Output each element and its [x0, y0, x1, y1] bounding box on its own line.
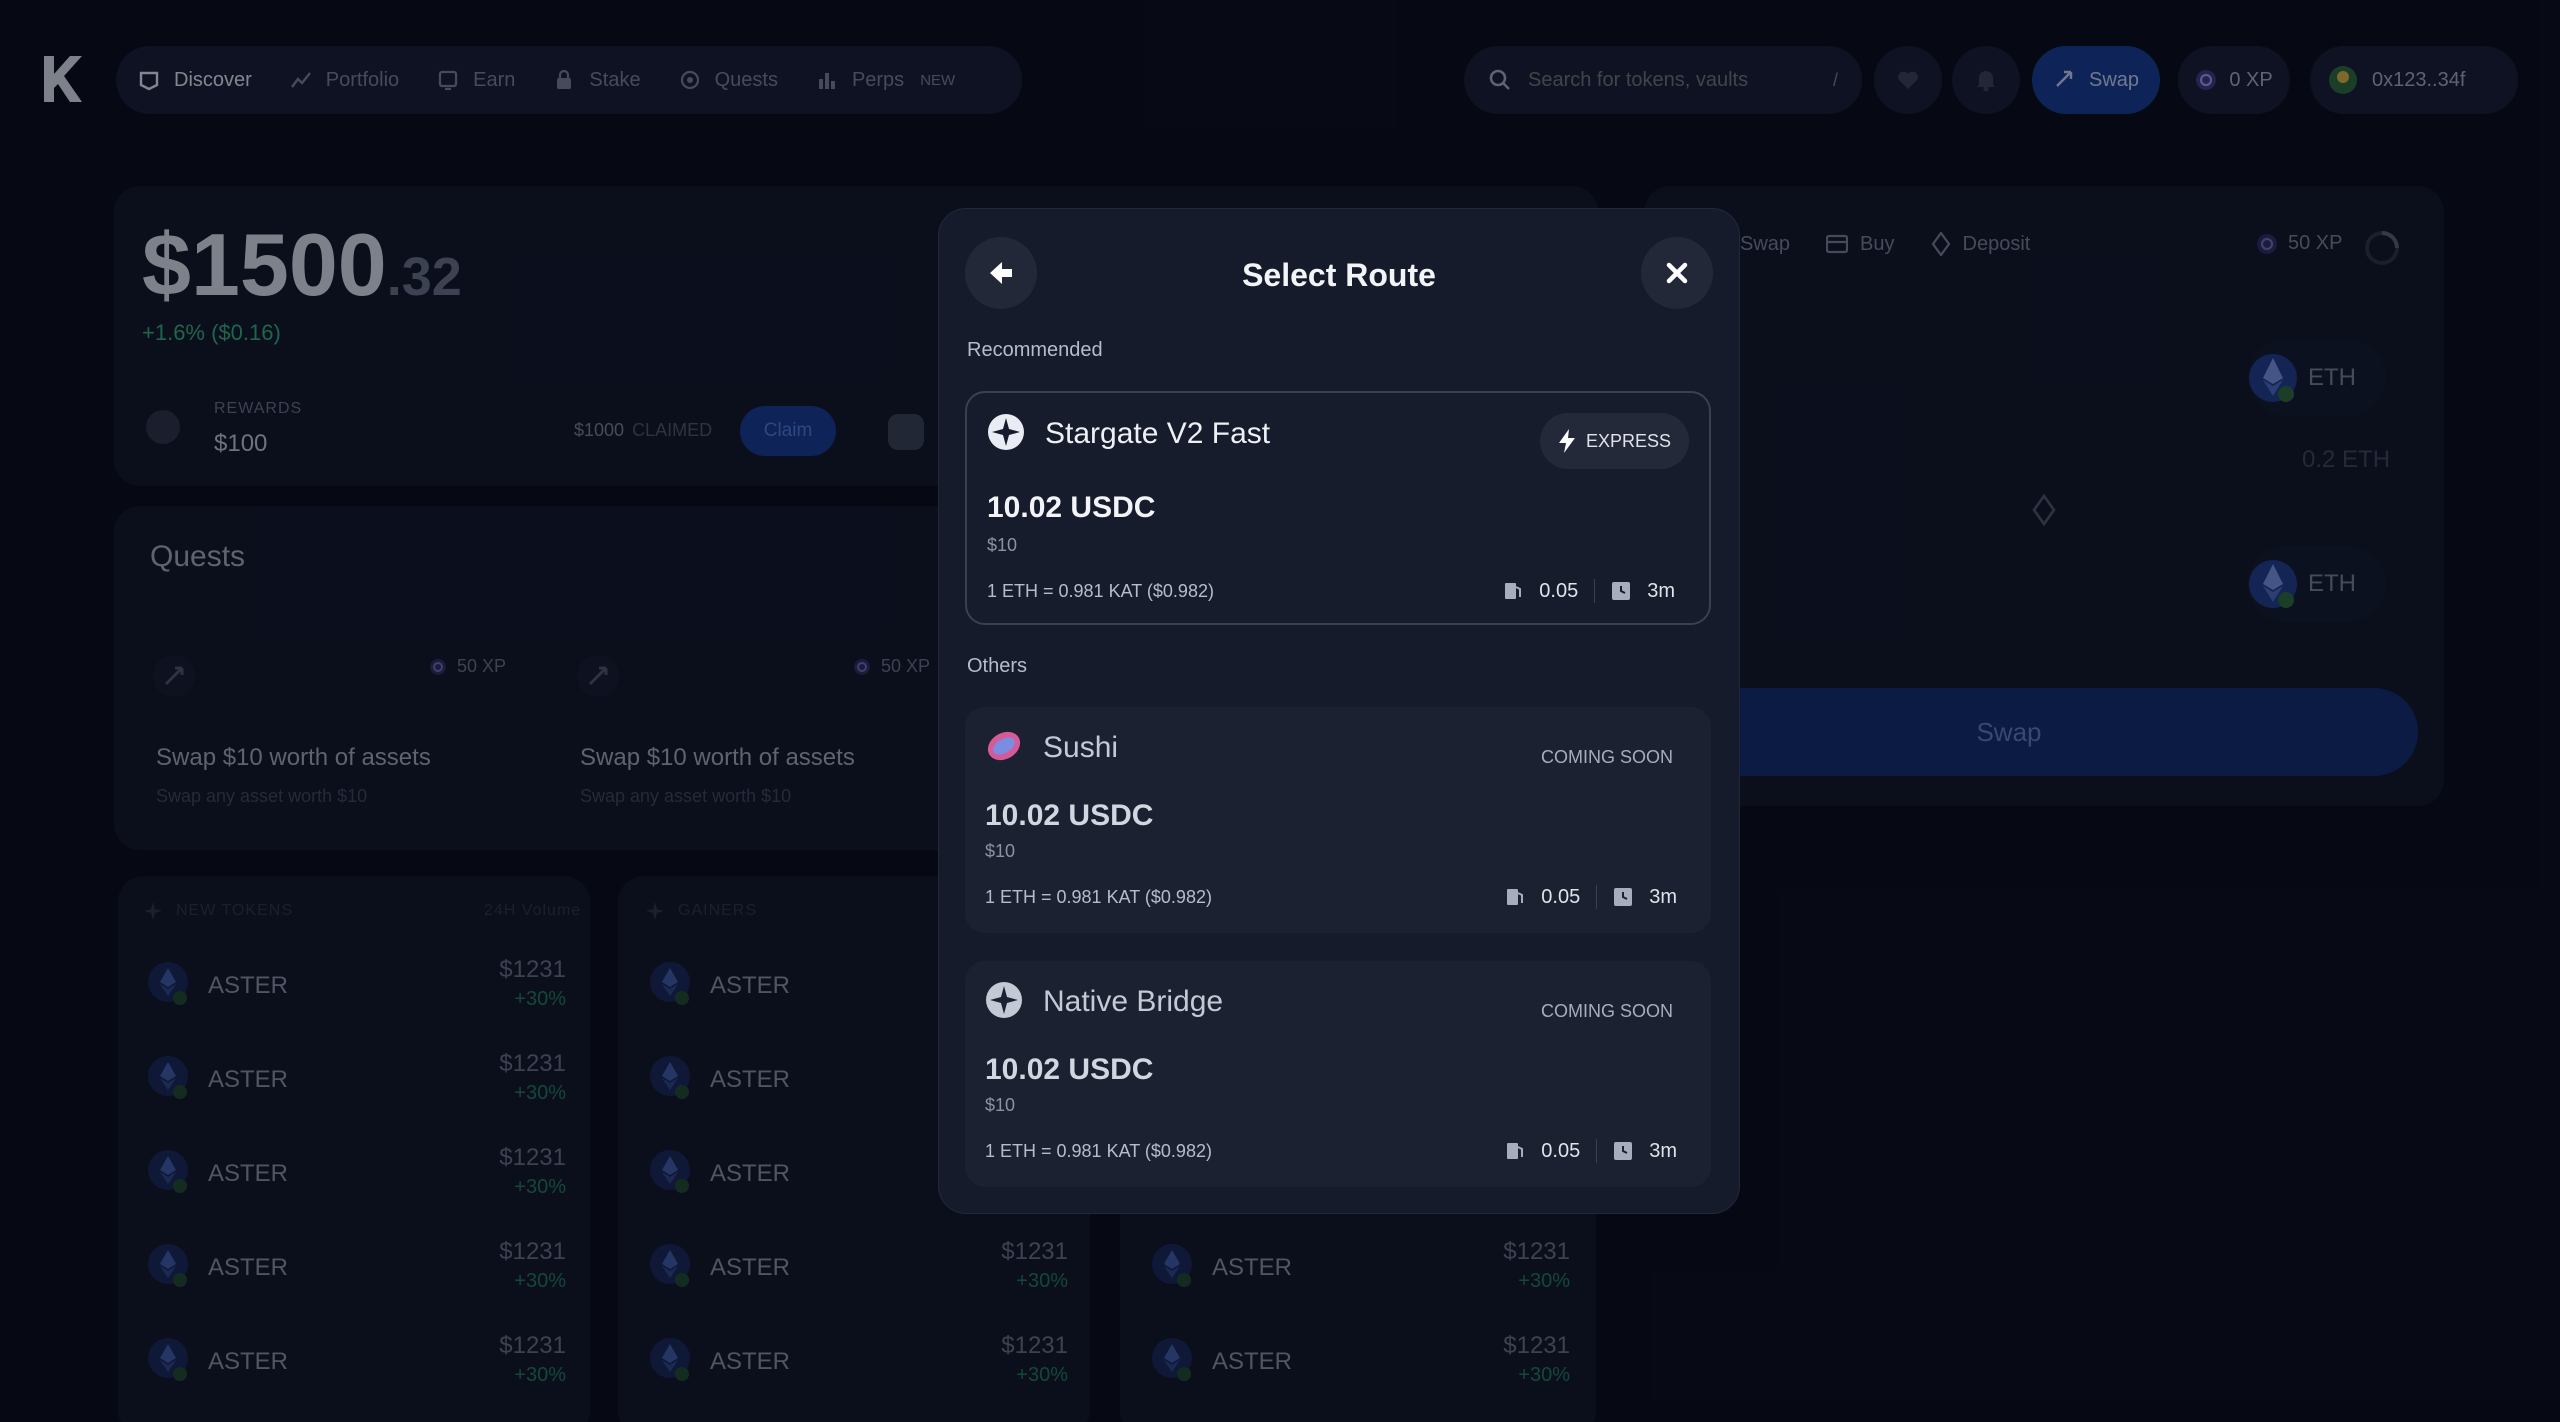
coming-soon-badge: COMING SOON [1540, 1000, 1673, 1021]
modal-title: Select Route [1242, 257, 1436, 293]
route-card-native-bridge[interactable]: Native Bridge COMING SOON 10.02 USDC $10… [965, 961, 1711, 1187]
gas-icon [1505, 583, 1522, 599]
route-rate: 1 ETH = 0.981 KAT ($0.982) [987, 581, 1214, 601]
route-meta: 0.05 3m [1505, 885, 1677, 909]
select-route-modal: Select Route Recommended Stargate V2 Fas… [938, 208, 1740, 1214]
route-time: 3m [1647, 579, 1675, 602]
route-amount: 10.02 USDC [985, 1053, 1154, 1086]
express-badge: EXPRESS [1539, 413, 1689, 469]
route-usd: $10 [985, 841, 1016, 861]
recommended-label: Recommended [967, 339, 1103, 361]
route-name: Stargate V2 Fast [1045, 417, 1271, 450]
clock-icon [1612, 582, 1631, 600]
close-button[interactable] [1641, 237, 1713, 309]
clock-icon [1614, 1142, 1633, 1160]
route-card-stargate[interactable]: Stargate V2 Fast EXPRESS 10.02 USDC $10 … [965, 391, 1711, 625]
route-time: 3m [1649, 885, 1677, 908]
sushi-logo-icon [987, 731, 1021, 761]
lightning-icon [1558, 429, 1575, 453]
route-amount: 10.02 USDC [985, 799, 1154, 832]
route-rate: 1 ETH = 0.981 KAT ($0.982) [985, 1141, 1212, 1161]
route-gas: 0.05 [1539, 579, 1579, 602]
route-usd: $10 [985, 1095, 1016, 1115]
clock-icon [1614, 888, 1633, 906]
route-gas: 0.05 [1541, 885, 1581, 908]
route-usd: $10 [987, 535, 1018, 555]
close-icon [1666, 262, 1688, 284]
route-time: 3m [1649, 1139, 1677, 1162]
stargate-logo-icon [988, 414, 1024, 450]
route-gas: 0.05 [1541, 1139, 1581, 1162]
native-bridge-logo-icon [986, 982, 1022, 1018]
route-rate: 1 ETH = 0.981 KAT ($0.982) [985, 887, 1212, 907]
route-amount: 10.02 USDC [987, 491, 1156, 524]
route-meta: 0.05 3m [1505, 1139, 1677, 1163]
others-label: Others [967, 655, 1028, 677]
gas-icon [1507, 1143, 1524, 1159]
coming-soon-badge: COMING SOON [1540, 746, 1673, 767]
route-meta: 0.05 3m [1503, 579, 1675, 603]
route-name: Native Bridge [1043, 985, 1224, 1018]
route-card-sushi[interactable]: Sushi COMING SOON 10.02 USDC $10 1 ETH =… [965, 707, 1711, 933]
route-name: Sushi [1043, 731, 1119, 764]
gas-icon [1507, 889, 1524, 905]
